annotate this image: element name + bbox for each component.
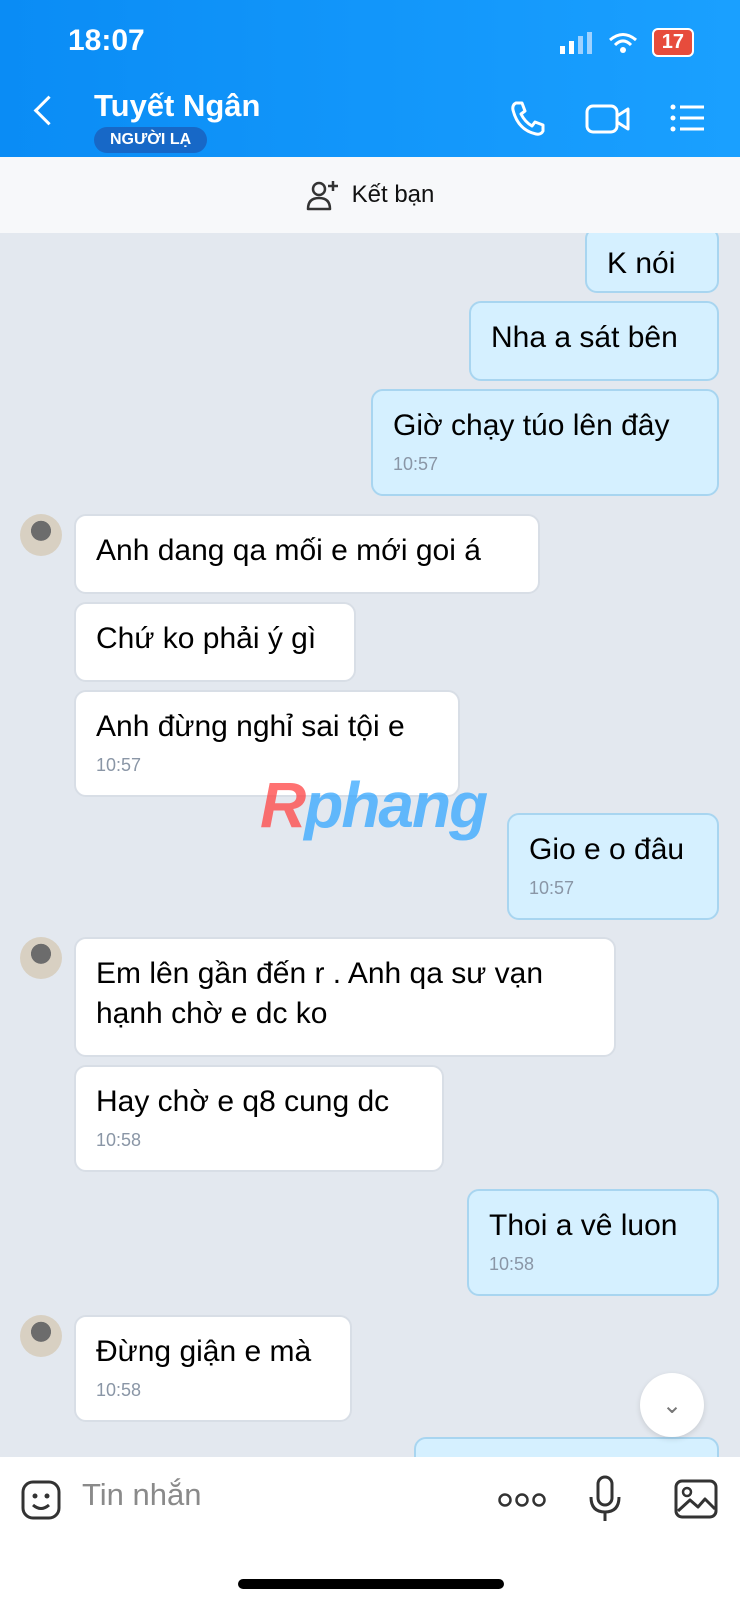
status-icons: 17 [559,28,694,57]
message-text: Anh đừng nghỉ sai tội e [96,710,405,743]
add-friend-icon [306,181,338,211]
message-time: 10:58 [96,1130,142,1150]
contact-name[interactable]: Tuyết Ngân [94,88,261,124]
signal-icon [559,31,592,54]
more-icon[interactable] [498,1491,546,1509]
status-time: 18:07 [68,24,145,57]
message-bubble-sent[interactable]: Gio e o đâu 10:57 [507,813,719,920]
contact-avatar[interactable] [20,514,62,556]
back-icon[interactable] [33,95,64,126]
message-time: 10:57 [529,878,575,898]
chat-header: 18:07 17 Tuyết Ngân NGƯỜI LẠ [0,0,740,157]
message-bubble-received[interactable]: Hay chờ e q8 cung dc 10:58 [74,1065,444,1172]
message-text: Gio e o đâu [529,833,685,866]
microphone-icon[interactable] [588,1475,622,1523]
contact-avatar[interactable] [20,1315,62,1357]
message-text: Hay chờ e q8 cung dc [96,1085,390,1118]
message-input[interactable]: Tin nhắn [82,1477,202,1513]
message-text: Anh dang qa mối e mới goi á [96,534,481,567]
message-text: Nha a sát bên [491,321,678,354]
composer-bar: Tin nhắn [0,1457,740,1600]
message-bubble-received[interactable]: Em lên gần đến r . Anh qa sư vạn hạnh ch… [74,937,616,1057]
home-indicator [238,1579,504,1589]
message-bubble-sent[interactable]: Thoi a vê luon 10:58 [467,1189,719,1296]
stranger-badge: NGƯỜI LẠ [94,127,208,153]
chevron-down-icon: ⌄ [661,1391,683,1419]
scroll-down-button[interactable]: ⌄ [640,1373,704,1437]
watermark-logo: Rphang [260,769,488,841]
battery-icon: 17 [651,28,694,57]
image-icon[interactable] [674,1479,718,1519]
message-list[interactable]: K nói Nha a sát bên Giờ chạy túo lên đây… [0,233,740,1457]
message-time: 10:58 [489,1254,535,1274]
message-text: Chứ ko phải ý gì [96,622,317,655]
message-text: Thoi a vê luon [489,1209,678,1242]
message-text: Em lên gần đến r . Anh qa sư vạn hạnh ch… [96,957,544,1030]
message-bubble-sent[interactable]: K nói [585,233,719,293]
message-time: 10:58 [96,1380,142,1400]
message-time: 10:57 [393,454,439,474]
message-text: K nói [607,247,676,280]
wifi-icon [608,32,637,53]
add-friend-bar[interactable]: Kết bạn [0,157,740,233]
message-bubble-received[interactable]: Chứ ko phải ý gì [74,602,356,682]
phone-icon[interactable] [508,98,548,138]
message-bubble-sent[interactable]: Giờ chạy túo lên đây 10:57 [371,389,719,496]
message-bubble-received[interactable]: Đừng giận e mà 10:58 [74,1315,352,1422]
message-bubble-sent[interactable]: Nha a sát bên [469,301,719,381]
menu-icon[interactable] [668,98,708,138]
contact-avatar[interactable] [20,937,62,979]
message-bubble-received[interactable]: Anh dang qa mối e mới goi á [74,514,540,594]
message-bubble-sent-partial[interactable] [414,1437,719,1457]
add-friend-label: Kết bạn [351,181,435,208]
message-text: Giờ chạy túo lên đây [393,409,670,442]
sticker-icon[interactable] [20,1479,62,1521]
message-text: Đừng giận e mà [96,1335,312,1368]
video-call-icon[interactable] [584,98,632,138]
